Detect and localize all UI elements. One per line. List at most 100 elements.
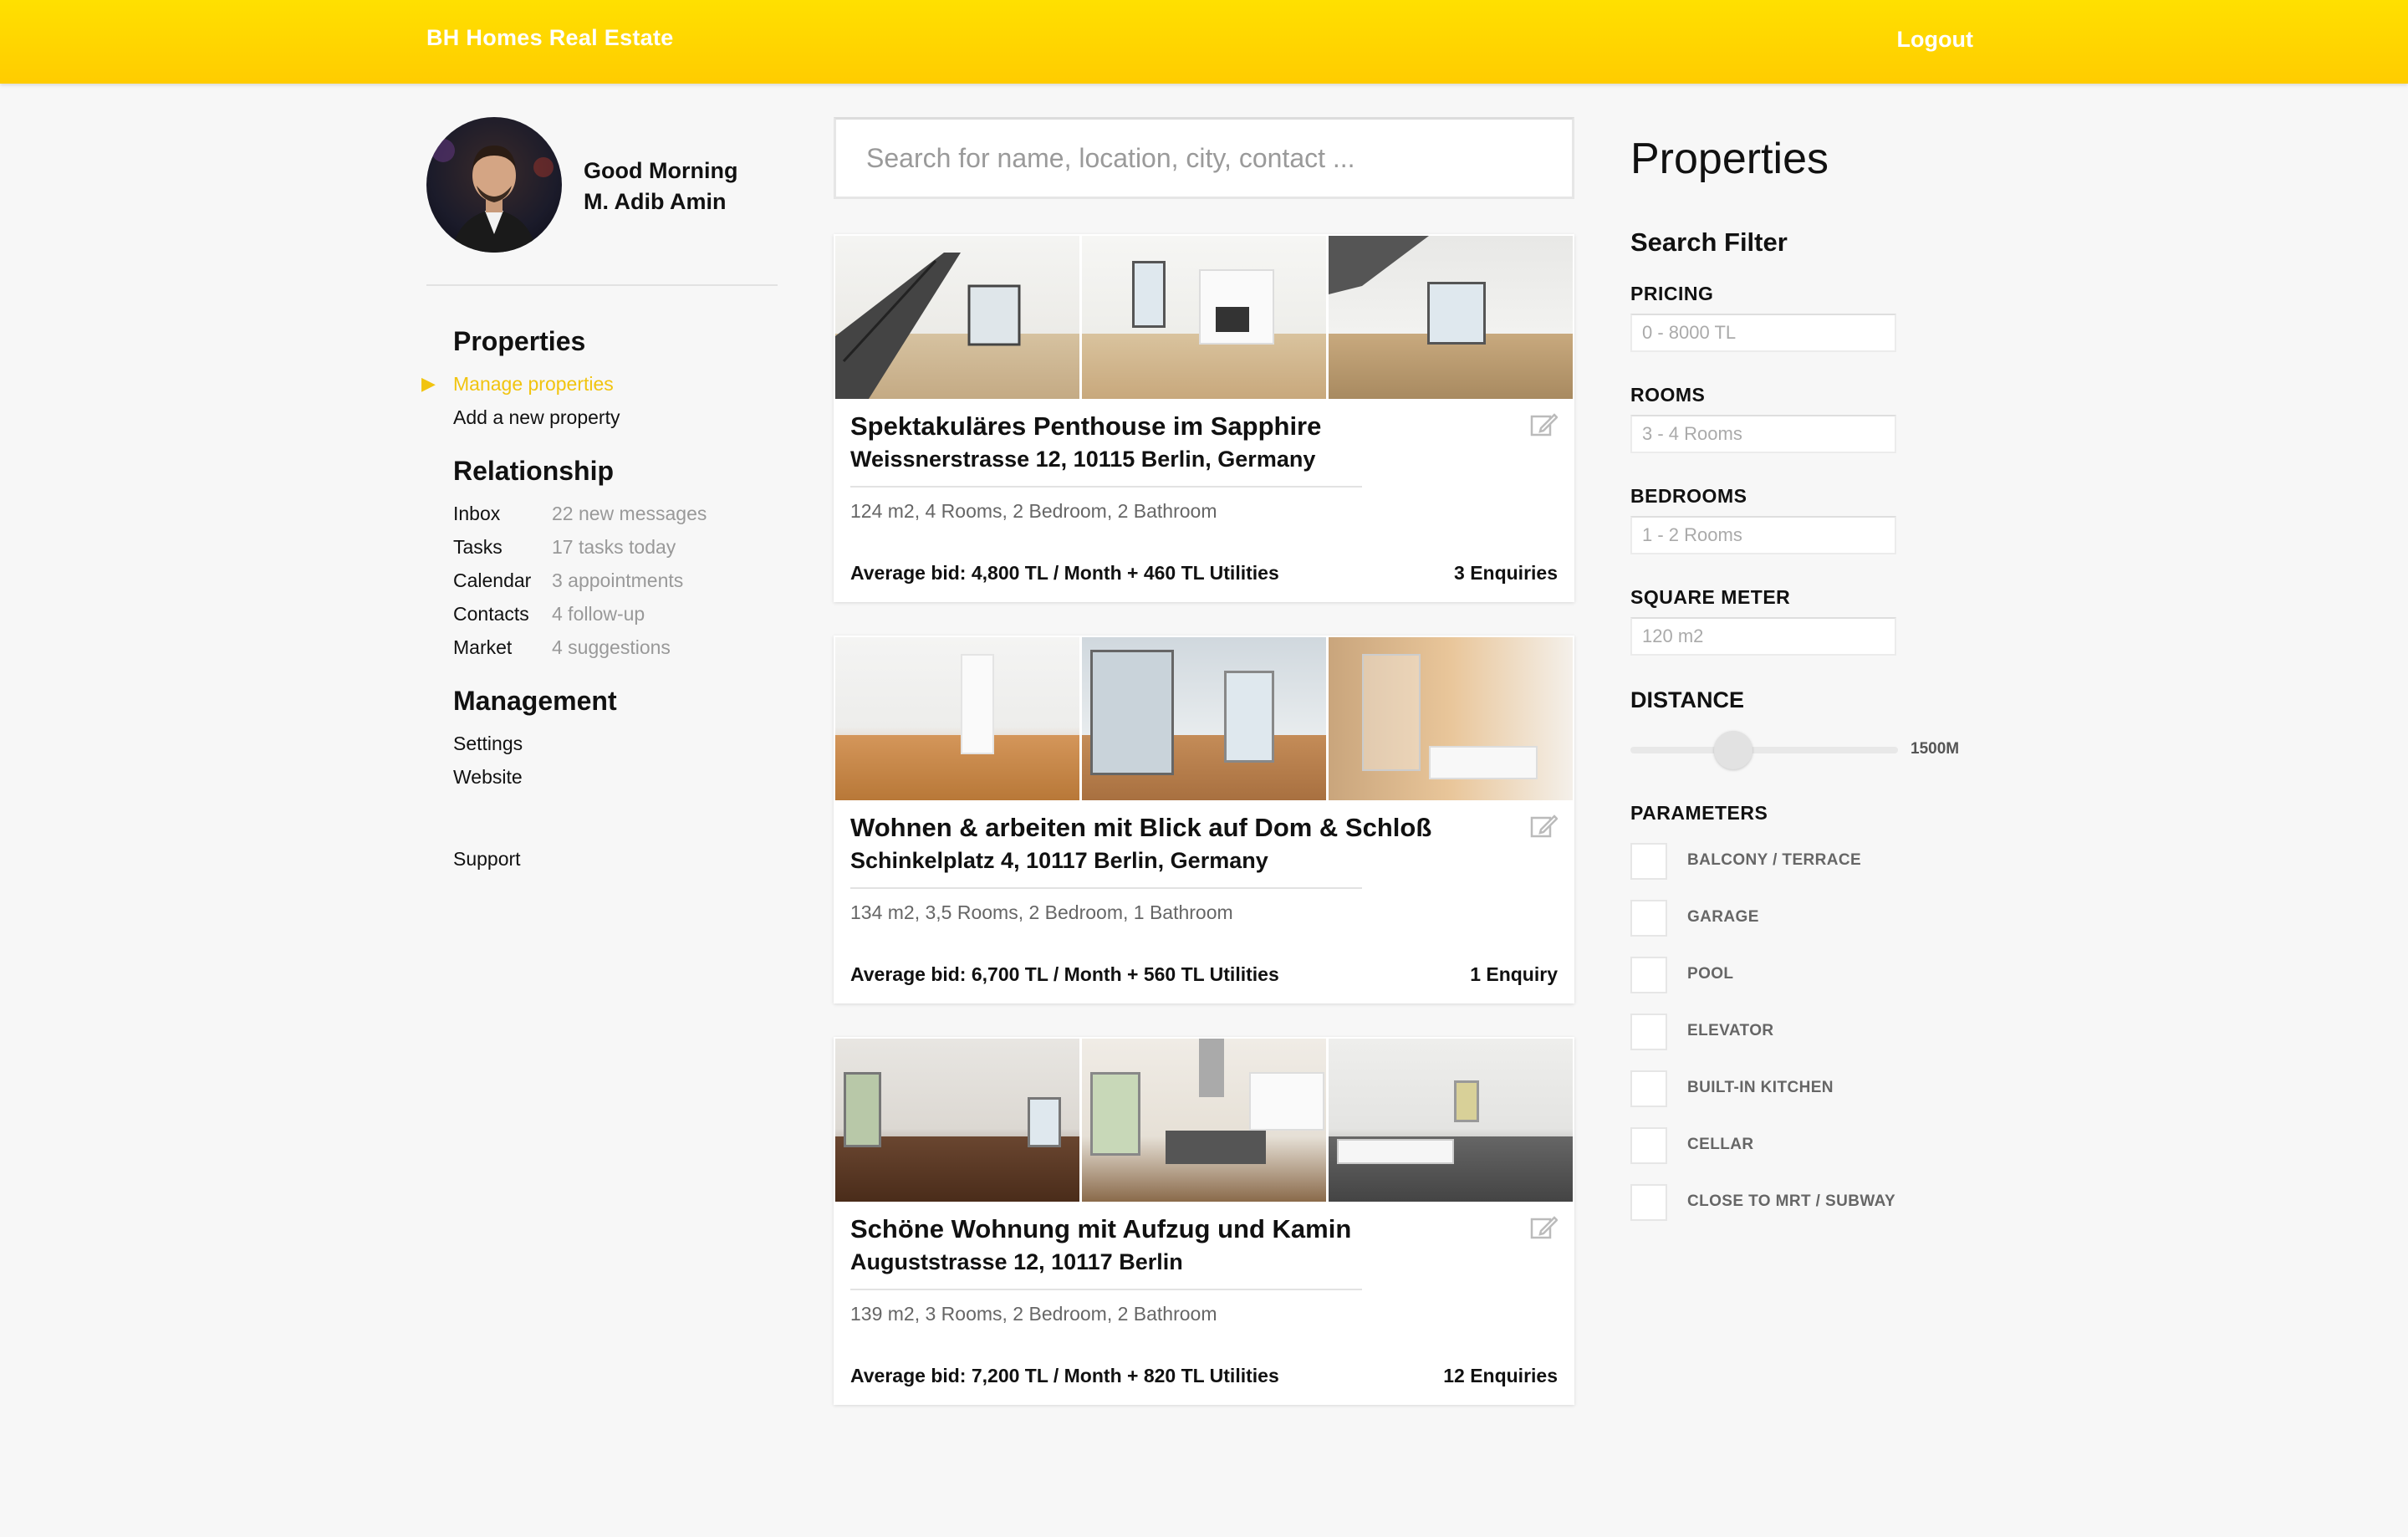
parameter-label: BUILT-IN KITCHEN: [1687, 1079, 1834, 1096]
rooms-field-wrapper: [1630, 415, 1896, 453]
sidebar-divider: [426, 284, 778, 286]
checkbox[interactable]: [1630, 1014, 1667, 1050]
edit-icon[interactable]: [1529, 1213, 1558, 1241]
card-divider: [850, 1289, 1362, 1290]
pricing-field[interactable]: [1632, 315, 1895, 350]
parameter-label: POOL: [1687, 965, 1734, 983]
checkbox[interactable]: [1630, 900, 1667, 937]
nav-heading-properties: Properties: [453, 326, 586, 356]
listing-card[interactable]: Schöne Wohnung mit Aufzug und Kamin Augu…: [834, 1037, 1574, 1405]
listing-average-bid: Average bid: 4,800 TL / Month + 460 TL U…: [850, 562, 1279, 584]
search-box: [834, 117, 1574, 199]
listing-specs: 124 m2, 4 Rooms, 2 Bedroom, 2 Bathroom: [850, 500, 1217, 522]
listing-photo[interactable]: [835, 637, 1079, 800]
parameter-checkbox-mrt[interactable]: CLOSE TO MRT / SUBWAY: [1630, 1184, 1998, 1223]
listing-enquiries[interactable]: 12 Enquiries: [1443, 1365, 1558, 1387]
search-input[interactable]: [836, 120, 1572, 197]
sidebar-item-label: Support: [453, 848, 521, 870]
avatar[interactable]: [426, 117, 562, 253]
greeting: Good Morning M. Adib Amin: [584, 156, 737, 217]
parameter-checkbox-garage[interactable]: GARAGE: [1630, 900, 1998, 938]
checkbox[interactable]: [1630, 1127, 1667, 1164]
sidebar-item-support[interactable]: Support: [453, 842, 788, 876]
listing-address: Weissnerstrasse 12, 10115 Berlin, German…: [850, 447, 1316, 472]
listing-title[interactable]: Schöne Wohnung mit Aufzug und Kamin: [850, 1214, 1351, 1244]
slider-handle[interactable]: [1714, 731, 1752, 769]
parameter-checkbox-kitchen[interactable]: BUILT-IN KITCHEN: [1630, 1070, 1998, 1109]
sidebar-item-label: Inbox: [453, 503, 501, 524]
sidebar-item-label: Calendar: [453, 569, 532, 591]
parameter-checkbox-cellar[interactable]: CELLAR: [1630, 1127, 1998, 1166]
square-meter-field[interactable]: [1632, 619, 1895, 654]
listing-photos: [835, 236, 1573, 399]
listing-average-bid: Average bid: 6,700 TL / Month + 560 TL U…: [850, 963, 1279, 985]
listing-card[interactable]: Wohnen & arbeiten mit Blick auf Dom & Sc…: [834, 636, 1574, 1003]
distance-label: DISTANCE: [1630, 687, 1745, 712]
sidebar-item-add-property[interactable]: Add a new property: [453, 401, 788, 434]
listing-photos: [835, 637, 1573, 800]
sidebar-item-count: 3 appointments: [552, 569, 684, 591]
listing-title[interactable]: Spektakuläres Penthouse im Sapphire: [850, 411, 1321, 442]
sidebar-item-label: Add a new property: [453, 406, 620, 428]
checkbox[interactable]: [1630, 957, 1667, 993]
sidebar-item-label: Website: [453, 766, 523, 788]
bedrooms-field-wrapper: [1630, 516, 1896, 554]
listing-photo[interactable]: [1082, 637, 1326, 800]
listing-photo[interactable]: [1329, 236, 1573, 399]
listing-title[interactable]: Wohnen & arbeiten mit Blick auf Dom & Sc…: [850, 813, 1431, 843]
listing-photo[interactable]: [1082, 236, 1326, 399]
greeting-text: Good Morning: [584, 158, 738, 183]
checkbox[interactable]: [1630, 1070, 1667, 1107]
parameter-checkbox-balcony[interactable]: BALCONY / TERRACE: [1630, 843, 1998, 881]
sidebar-item-settings[interactable]: Settings: [453, 727, 788, 760]
bedrooms-field[interactable]: [1632, 518, 1895, 553]
listing-card[interactable]: Spektakuläres Penthouse im Sapphire Weis…: [834, 234, 1574, 602]
logout-button[interactable]: Logout: [1897, 27, 1973, 53]
sidebar-item-contacts[interactable]: Contacts 4 follow-up: [453, 597, 788, 631]
listing-photos: [835, 1039, 1573, 1202]
bedrooms-label: BEDROOMS: [1630, 485, 1747, 507]
nav-group-management: Management Settings Website: [453, 686, 788, 794]
listing-photo[interactable]: [1329, 637, 1573, 800]
parameter-label: GARAGE: [1687, 908, 1759, 926]
listing-photo[interactable]: [1082, 1039, 1326, 1202]
listing-enquiries[interactable]: 3 Enquiries: [1454, 562, 1558, 585]
nav-group-relationship: Relationship Inbox 22 new messages Tasks…: [453, 456, 788, 664]
listing-specs: 134 m2, 3,5 Rooms, 2 Bedroom, 1 Bathroom: [850, 901, 1233, 923]
distance-value: 1500M: [1911, 740, 1960, 758]
sidebar-item-label: Market: [453, 636, 513, 658]
active-arrow-icon: ▶: [421, 373, 436, 394]
parameter-checkbox-pool[interactable]: POOL: [1630, 957, 1998, 995]
edit-icon[interactable]: [1529, 410, 1558, 438]
sidebar-item-count: 17 tasks today: [552, 536, 676, 558]
parameter-label: ELEVATOR: [1687, 1022, 1774, 1039]
listing-average-bid: Average bid: 7,200 TL / Month + 820 TL U…: [850, 1365, 1279, 1386]
sidebar-item-tasks[interactable]: Tasks 17 tasks today: [453, 530, 788, 564]
filter-heading: Search Filter: [1630, 227, 1788, 257]
brand-logo-text[interactable]: BH Homes Real Estate: [426, 25, 674, 51]
edit-icon[interactable]: [1529, 811, 1558, 840]
sidebar-item-market[interactable]: Market 4 suggestions: [453, 631, 788, 664]
listing-specs: 139 m2, 3 Rooms, 2 Bedroom, 2 Bathroom: [850, 1303, 1217, 1325]
checkbox[interactable]: [1630, 843, 1667, 880]
sidebar-item-website[interactable]: Website: [453, 760, 788, 794]
square-meter-field-wrapper: [1630, 617, 1896, 656]
listing-enquiries[interactable]: 1 Enquiry: [1470, 963, 1558, 986]
listing-photo[interactable]: [835, 236, 1079, 399]
distance-slider[interactable]: 1500M: [1630, 728, 1998, 770]
search-filter-panel: Properties Search Filter PRICING ROOMS B…: [1630, 134, 1998, 1241]
sidebar-item-label: Settings: [453, 733, 523, 754]
parameter-checkbox-elevator[interactable]: ELEVATOR: [1630, 1014, 1998, 1052]
parameter-label: CELLAR: [1687, 1136, 1754, 1153]
nav-heading-management: Management: [453, 686, 617, 716]
listing-address: Auguststrasse 12, 10117 Berlin: [850, 1249, 1183, 1274]
sidebar-item-manage-properties[interactable]: ▶ Manage properties: [421, 367, 788, 401]
sidebar-item-count: 4 follow-up: [552, 603, 645, 625]
sidebar-item-inbox[interactable]: Inbox 22 new messages: [453, 497, 788, 530]
slider-track[interactable]: [1630, 747, 1898, 753]
sidebar-item-calendar[interactable]: Calendar 3 appointments: [453, 564, 788, 597]
listing-photo[interactable]: [835, 1039, 1079, 1202]
rooms-field[interactable]: [1632, 416, 1895, 452]
checkbox[interactable]: [1630, 1184, 1667, 1221]
listing-photo[interactable]: [1329, 1039, 1573, 1202]
